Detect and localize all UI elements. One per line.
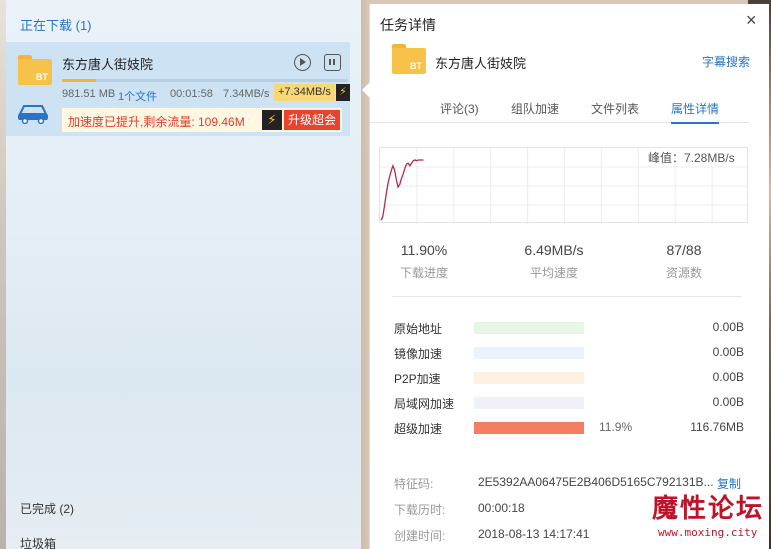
upgrade-button[interactable]: 升级超会	[284, 110, 340, 130]
created-label: 创建时间:	[394, 529, 446, 543]
boost-speed-badge: +7.34MB/s	[274, 84, 335, 101]
pause-icon[interactable]	[324, 54, 341, 71]
source-label: 原始地址	[394, 322, 443, 336]
tab-comments[interactable]: 评论(3)	[440, 100, 479, 122]
task-row[interactable]: BT 东方唐人街妓院 981.51 MB 1个文件 00:01:58 7.34M…	[6, 42, 350, 136]
bt-badge: BT	[36, 72, 48, 82]
source-row: 超级加速 11.9% 116.76MB	[394, 420, 744, 436]
source-label: 局域网加速	[394, 397, 455, 411]
details-tabs: 评论(3) 组队加速 文件列表 属性详情	[370, 99, 749, 124]
source-bar	[474, 322, 584, 334]
task-file-count-link[interactable]: 1个文件	[118, 88, 157, 104]
task-speed: 7.34MB/s	[223, 88, 270, 100]
completed-section-title[interactable]: 已完成 (2)	[20, 500, 74, 517]
close-icon[interactable]: ×	[746, 11, 757, 29]
source-bar	[474, 347, 584, 359]
chart-peak-label: 峰值：7.28MB/s	[646, 149, 737, 166]
task-elapsed-time: 00:01:58	[170, 88, 213, 100]
trash-section-title[interactable]: 垃圾箱	[20, 535, 56, 549]
source-bar	[474, 372, 584, 384]
downloading-section-title[interactable]: 正在下载 (1)	[20, 15, 92, 34]
source-bar	[474, 422, 584, 434]
task-progress-bar	[62, 79, 348, 82]
source-label: 超级加速	[394, 422, 443, 436]
task-name: 东方唐人街妓院	[62, 57, 154, 72]
stat-sources-value: 87/88	[666, 242, 702, 258]
divider	[392, 296, 742, 297]
source-bar	[474, 397, 584, 409]
watermark-url: www.moxing.city	[658, 526, 758, 539]
task-size: 981.51 MB	[62, 88, 116, 100]
bt-badge: BT	[410, 61, 422, 71]
tab-properties[interactable]: 属性详情	[671, 100, 720, 124]
bolt-icon: ⚡	[336, 84, 350, 101]
watermark-text: 魔性论坛	[652, 494, 765, 524]
folder-icon: BT	[392, 44, 426, 74]
boost-banner: 加速度已提升,剩余流量: 109.46M ⚡ 升级超会	[62, 108, 342, 132]
hash-label: 特征码:	[394, 477, 434, 491]
source-bytes: 0.00B	[712, 370, 744, 384]
boost-message: 加速度已提升,剩余流量: 109.46M	[68, 115, 245, 129]
stat-avg-speed-label: 平均速度	[529, 266, 578, 280]
panel-pointer	[362, 82, 370, 98]
elapsed-value: 00:00:18	[478, 501, 525, 515]
hash-value: 2E5392AA06475E2B406D5165C792131B...	[478, 475, 714, 489]
source-row: 原始地址 0.00B	[394, 320, 744, 336]
source-bar-fill	[474, 422, 584, 434]
elapsed-label: 下载历时:	[394, 503, 446, 517]
source-row: 局域网加速 0.00B	[394, 395, 744, 411]
stat-sources-label: 资源数	[665, 266, 702, 280]
source-bytes: 0.00B	[712, 395, 744, 409]
subtitle-search-link[interactable]: 字幕搜索	[702, 53, 750, 70]
task-progress-fill	[62, 79, 97, 82]
source-row: P2P加速 0.00B	[394, 370, 744, 386]
play-icon[interactable]	[294, 54, 311, 71]
source-bytes: 116.76MB	[690, 420, 744, 434]
stat-progress-value: 11.90%	[400, 242, 448, 258]
download-list-panel: 正在下载 (1) BT 东方唐人街妓院 981.51 MB 1个文件 00:01…	[6, 0, 361, 549]
source-bytes: 0.00B	[712, 345, 744, 359]
stat-avg-speed-value: 6.49MB/s	[524, 242, 584, 258]
source-row: 镜像加速 0.00B	[394, 345, 744, 361]
stat-progress-label: 下载进度	[399, 266, 448, 280]
created-value: 2018-08-13 14:17:41	[478, 527, 590, 541]
folder-icon: BT	[18, 55, 52, 85]
source-percent: 11.9%	[599, 420, 633, 434]
details-task-name: 东方唐人街妓院	[435, 56, 527, 71]
watermark: 魔性论坛 www.moxing.city	[640, 488, 771, 549]
tab-file-list[interactable]: 文件列表	[591, 100, 639, 122]
tab-team-boost[interactable]: 组队加速	[511, 100, 559, 122]
source-label: P2P加速	[394, 372, 441, 386]
details-title: 任务详情	[380, 17, 436, 33]
bolt-icon: ⚡	[262, 110, 282, 130]
source-bytes: 0.00B	[712, 320, 744, 334]
task-details-panel: 任务详情 × BT 东方唐人街妓院 字幕搜索 评论(3) 组队加速 文件列表 属…	[369, 4, 769, 549]
source-label: 镜像加速	[394, 347, 443, 361]
car-icon	[18, 105, 48, 124]
